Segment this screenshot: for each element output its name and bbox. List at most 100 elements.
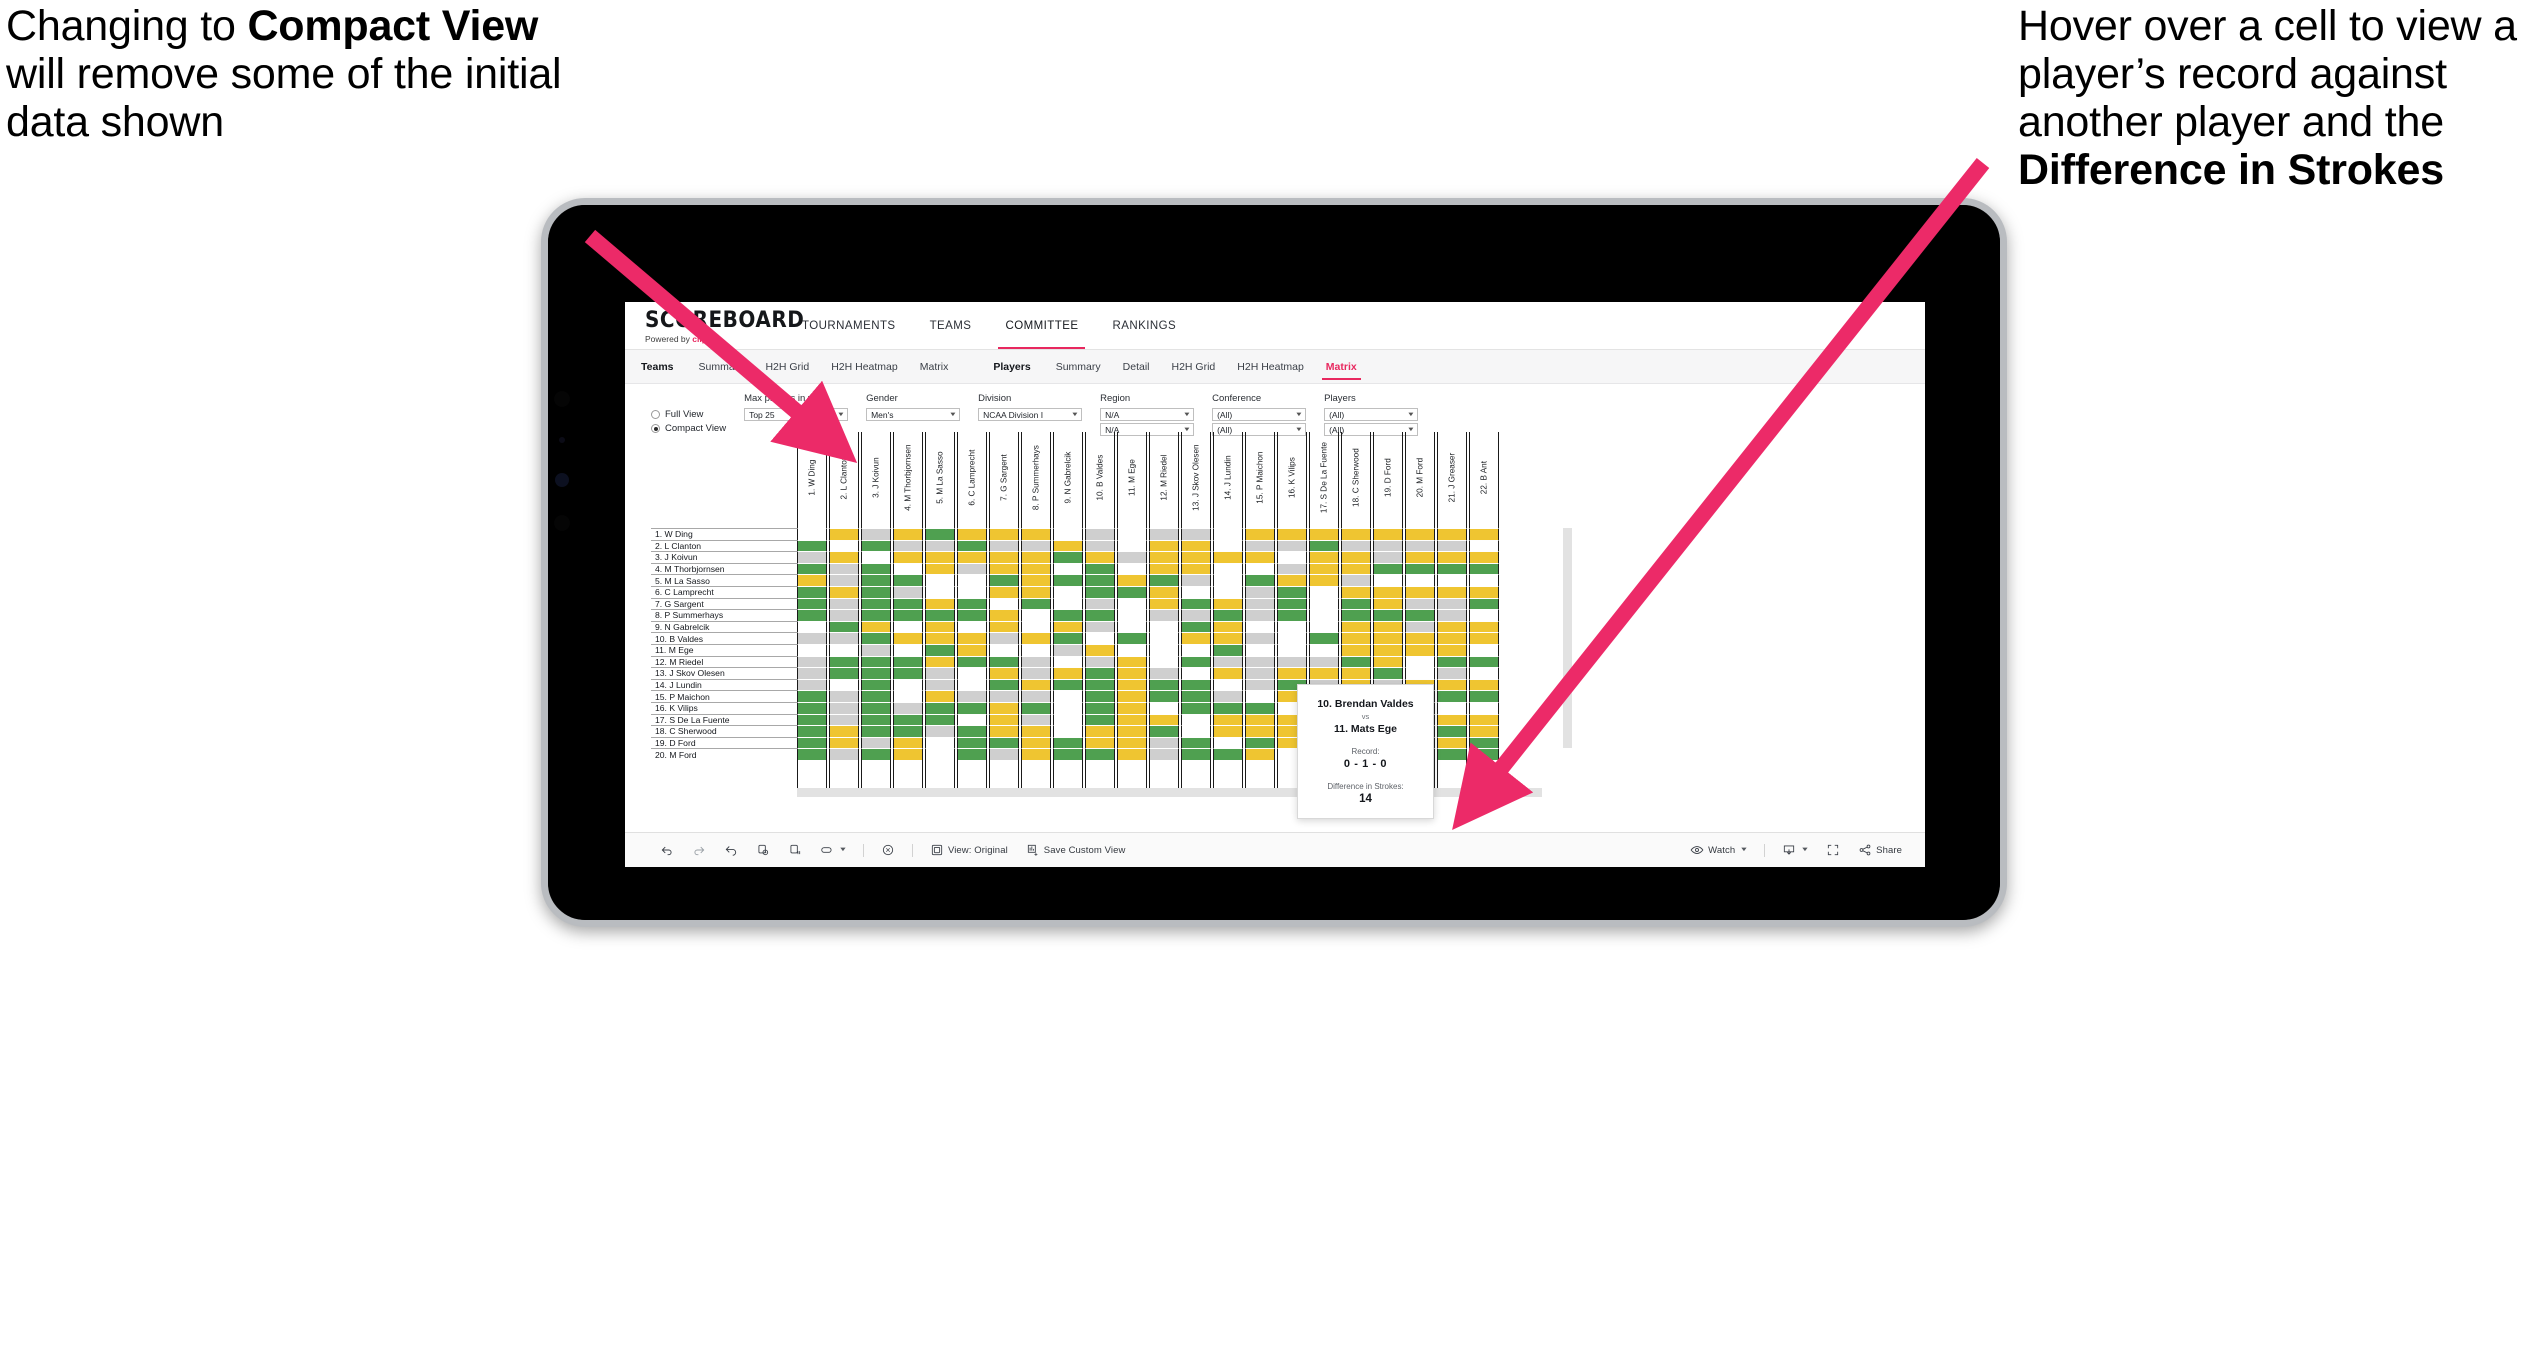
matrix-cell[interactable] bbox=[893, 562, 923, 575]
matrix-cell[interactable] bbox=[861, 678, 891, 691]
matrix-cell[interactable] bbox=[1341, 620, 1371, 633]
matrix-cell[interactable] bbox=[1085, 667, 1115, 679]
matrix-cell[interactable] bbox=[797, 551, 827, 563]
matrix-column-header[interactable]: 15. P Maichon bbox=[1245, 432, 1275, 528]
matrix-cell[interactable] bbox=[1021, 632, 1051, 644]
matrix-cell[interactable] bbox=[957, 528, 987, 540]
matrix-cell[interactable] bbox=[957, 539, 987, 552]
matrix-cell[interactable] bbox=[1213, 609, 1243, 621]
matrix-cell[interactable] bbox=[797, 678, 827, 691]
matrix-cell[interactable] bbox=[957, 551, 987, 563]
sub-nav-players-detail[interactable]: Detail bbox=[1112, 350, 1161, 384]
redo-button[interactable] bbox=[683, 833, 715, 868]
matrix-cell[interactable] bbox=[1149, 574, 1179, 586]
matrix-cell[interactable] bbox=[1149, 701, 1179, 714]
matrix-cell[interactable] bbox=[1053, 678, 1083, 691]
matrix-cell[interactable] bbox=[1437, 748, 1467, 760]
matrix-cell[interactable] bbox=[1085, 690, 1115, 702]
matrix-cell[interactable] bbox=[1309, 539, 1339, 552]
matrix-cell[interactable] bbox=[829, 539, 859, 552]
matrix-cell[interactable] bbox=[1021, 725, 1051, 737]
matrix-cell[interactable] bbox=[925, 725, 955, 737]
matrix-cell[interactable] bbox=[925, 643, 955, 656]
matrix-cell[interactable] bbox=[1341, 643, 1371, 656]
matrix-cell[interactable] bbox=[925, 574, 955, 586]
matrix-cell[interactable] bbox=[925, 539, 955, 552]
matrix-cell[interactable] bbox=[1341, 655, 1371, 668]
matrix-cell[interactable] bbox=[893, 736, 923, 749]
matrix-cell[interactable] bbox=[1181, 701, 1211, 714]
matrix-cell[interactable] bbox=[1469, 528, 1499, 540]
matrix-cell[interactable] bbox=[1213, 551, 1243, 563]
matrix-cell[interactable] bbox=[989, 655, 1019, 668]
matrix-cell[interactable] bbox=[1053, 609, 1083, 621]
matrix-column-header[interactable]: 7. G Sargent bbox=[989, 432, 1019, 528]
matrix-cell[interactable] bbox=[957, 736, 987, 749]
matrix-column-header[interactable]: 20. M Ford bbox=[1405, 432, 1435, 528]
matrix-cell[interactable] bbox=[1469, 620, 1499, 633]
matrix-cell[interactable] bbox=[1437, 609, 1467, 621]
matrix-cell[interactable] bbox=[1437, 632, 1467, 644]
matrix-cell[interactable] bbox=[1117, 528, 1147, 540]
matrix-cell[interactable] bbox=[861, 574, 891, 586]
matrix-cell[interactable] bbox=[893, 667, 923, 679]
pause-button[interactable] bbox=[779, 833, 811, 868]
matrix-cell[interactable] bbox=[1053, 701, 1083, 714]
matrix-cell[interactable] bbox=[989, 528, 1019, 540]
matrix-row-label[interactable]: 18. C Sherwood bbox=[651, 725, 797, 737]
matrix-cell[interactable] bbox=[1405, 585, 1435, 598]
matrix-cell[interactable] bbox=[829, 551, 859, 563]
matrix-cell[interactable] bbox=[1373, 551, 1403, 563]
matrix-cell[interactable] bbox=[1021, 620, 1051, 633]
matrix-cell[interactable] bbox=[925, 632, 955, 644]
matrix-cell[interactable] bbox=[1373, 539, 1403, 552]
matrix-cell[interactable] bbox=[1149, 748, 1179, 760]
save-custom-view-button[interactable]: Save Custom View bbox=[1017, 833, 1135, 868]
matrix-cell[interactable] bbox=[797, 574, 827, 586]
matrix-cell[interactable] bbox=[1277, 562, 1307, 575]
matrix-cell[interactable] bbox=[1117, 678, 1147, 691]
matrix-cell[interactable] bbox=[1245, 713, 1275, 726]
app-logo[interactable]: SCOREBOARD Powered by clippd bbox=[625, 302, 804, 349]
matrix-cell[interactable] bbox=[829, 690, 859, 702]
matrix-cell[interactable] bbox=[1405, 609, 1435, 621]
matrix-cell[interactable] bbox=[1117, 701, 1147, 714]
matrix-cell[interactable] bbox=[797, 690, 827, 702]
matrix-cell[interactable] bbox=[1309, 585, 1339, 598]
matrix-cell[interactable] bbox=[861, 701, 891, 714]
matrix-cell[interactable] bbox=[1469, 678, 1499, 691]
matrix-cell[interactable] bbox=[957, 667, 987, 679]
matrix-cell[interactable] bbox=[1053, 539, 1083, 552]
matrix-cell[interactable] bbox=[925, 620, 955, 633]
matrix-cell[interactable] bbox=[1053, 597, 1083, 610]
matrix-cell[interactable] bbox=[1053, 713, 1083, 726]
matrix-cell[interactable] bbox=[829, 528, 859, 540]
matrix-cell[interactable] bbox=[1277, 539, 1307, 552]
matrix-cell[interactable] bbox=[1245, 585, 1275, 598]
matrix-cell[interactable] bbox=[1437, 736, 1467, 749]
matrix-cell[interactable] bbox=[1373, 632, 1403, 644]
matrix-cell[interactable] bbox=[1181, 736, 1211, 749]
matrix-column-header[interactable]: 14. J Lundin bbox=[1213, 432, 1243, 528]
matrix-cell[interactable] bbox=[829, 713, 859, 726]
matrix-cell[interactable] bbox=[1117, 632, 1147, 644]
matrix-cell[interactable] bbox=[1021, 562, 1051, 575]
matrix-cell[interactable] bbox=[1437, 667, 1467, 679]
matrix-cell[interactable] bbox=[797, 539, 827, 552]
filter-select-region-1[interactable]: N/A ▼ bbox=[1100, 408, 1195, 421]
matrix-cell[interactable] bbox=[1021, 713, 1051, 726]
matrix-cell[interactable] bbox=[1437, 620, 1467, 633]
matrix-cell[interactable] bbox=[797, 736, 827, 749]
matrix-cell[interactable] bbox=[829, 574, 859, 586]
matrix-row-label[interactable]: 2. L Clanton bbox=[651, 539, 797, 552]
view-mode-radio-group[interactable]: Full View Compact View bbox=[651, 408, 726, 434]
matrix-cell[interactable] bbox=[1309, 562, 1339, 575]
matrix-row-label[interactable]: 6. C Lamprecht bbox=[651, 585, 797, 598]
matrix-cell[interactable] bbox=[1277, 620, 1307, 633]
matrix-cell[interactable] bbox=[1245, 690, 1275, 702]
matrix-cell[interactable] bbox=[989, 701, 1019, 714]
matrix-cell[interactable] bbox=[957, 643, 987, 656]
matrix-cell[interactable] bbox=[1245, 597, 1275, 610]
matrix-row-label[interactable]: 17. S De La Fuente bbox=[651, 713, 797, 726]
share-button[interactable]: Share bbox=[1849, 833, 1911, 868]
